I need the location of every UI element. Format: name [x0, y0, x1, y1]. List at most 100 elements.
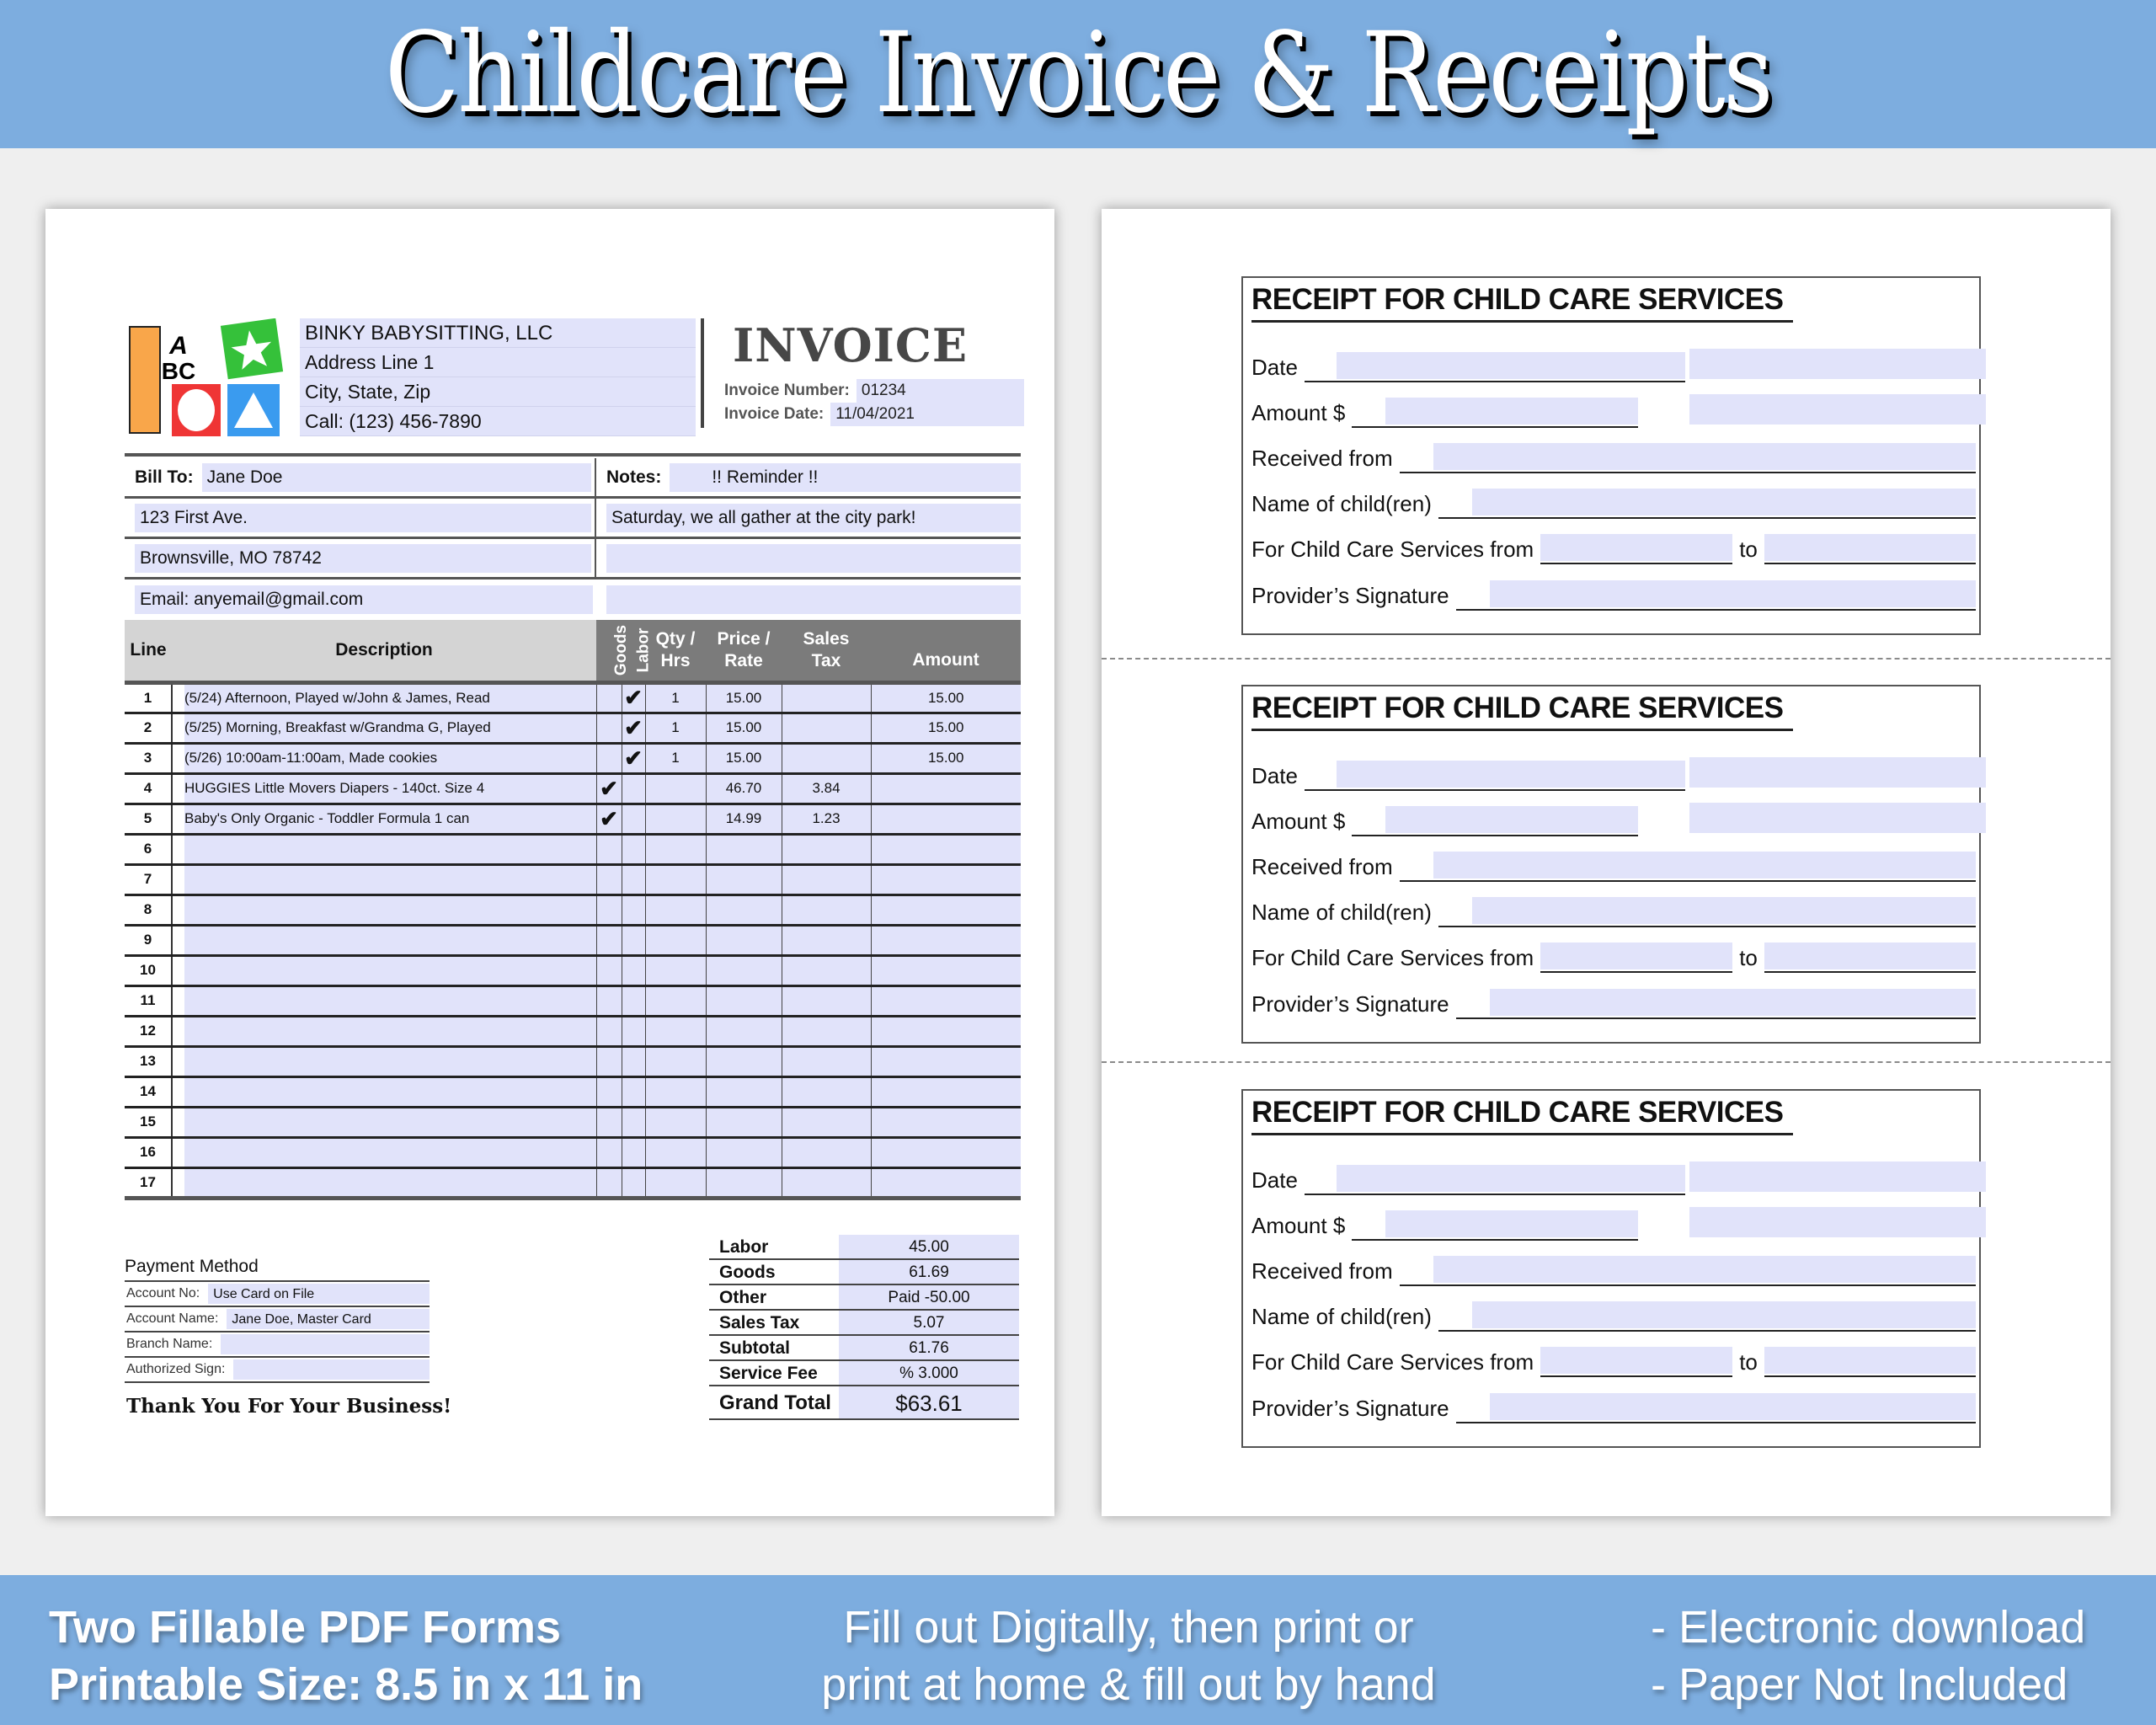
sales-tax-total-field[interactable]: 5.07 — [839, 1311, 1019, 1334]
description-field[interactable]: (5/26) 10:00am-11:00am, Made cookies — [171, 743, 596, 775]
date-field[interactable] — [1304, 352, 1685, 382]
qty-field[interactable] — [644, 1046, 706, 1078]
labor-checkbox[interactable] — [621, 1046, 645, 1078]
qty-field[interactable]: 1 — [644, 713, 706, 745]
description-field[interactable] — [171, 1107, 596, 1139]
qty-field[interactable] — [644, 955, 706, 987]
amount-field[interactable] — [870, 834, 1021, 866]
price-field[interactable] — [705, 1016, 782, 1048]
provider-signature-field[interactable] — [1455, 1393, 1976, 1423]
date-field[interactable] — [1304, 1165, 1685, 1195]
price-field[interactable] — [705, 955, 782, 987]
labor-checkbox[interactable] — [621, 1076, 645, 1108]
labor-checkbox[interactable] — [621, 1137, 645, 1169]
company-address-field[interactable]: Address Line 1 — [300, 348, 696, 377]
tax-field[interactable] — [781, 895, 871, 927]
price-field[interactable]: 15.00 — [705, 743, 782, 775]
tax-field[interactable] — [781, 925, 871, 957]
description-field[interactable] — [171, 1016, 596, 1048]
price-field[interactable] — [705, 1076, 782, 1108]
bill-to-name-field[interactable]: Jane Doe — [201, 462, 591, 492]
qty-field[interactable] — [644, 1107, 706, 1139]
tax-field[interactable] — [781, 1107, 871, 1139]
labor-checkbox[interactable] — [621, 773, 645, 805]
tax-field[interactable] — [781, 1137, 871, 1169]
qty-field[interactable] — [644, 834, 706, 866]
qty-field[interactable] — [644, 895, 706, 927]
price-field[interactable] — [705, 1137, 782, 1169]
tax-field[interactable] — [781, 1167, 871, 1200]
goods-checkbox[interactable] — [595, 1167, 622, 1200]
labor-checkbox[interactable] — [621, 925, 645, 957]
service-start-field[interactable] — [1540, 943, 1733, 973]
amount-field[interactable] — [870, 804, 1021, 836]
invoice-date-field[interactable]: 11/04/2021 — [830, 403, 1024, 426]
goods-checkbox[interactable] — [595, 1016, 622, 1048]
description-field[interactable] — [171, 985, 596, 1017]
amount-field[interactable]: 15.00 — [870, 743, 1021, 775]
grand-total-field[interactable]: $63.61 — [839, 1386, 1019, 1418]
date-extra-field[interactable] — [1689, 349, 1986, 379]
amount-field[interactable] — [870, 1167, 1021, 1200]
service-start-field[interactable] — [1540, 1347, 1733, 1377]
description-field[interactable]: (5/24) Afternoon, Played w/John & James,… — [171, 682, 596, 714]
goods-checkbox[interactable] — [595, 834, 622, 866]
amount-field[interactable] — [870, 1137, 1021, 1169]
labor-total-field[interactable]: 45.00 — [839, 1235, 1019, 1258]
price-field[interactable] — [705, 925, 782, 957]
amount-field[interactable] — [870, 773, 1021, 805]
date-extra-field[interactable] — [1689, 757, 1986, 788]
labor-checkbox[interactable] — [621, 1167, 645, 1200]
amount-field[interactable] — [870, 1076, 1021, 1108]
price-field[interactable] — [705, 1046, 782, 1078]
provider-signature-field[interactable] — [1455, 989, 1976, 1019]
amount-field[interactable] — [1352, 398, 1639, 428]
tax-field[interactable] — [781, 955, 871, 987]
goods-checkbox[interactable]: ✔ — [595, 773, 622, 805]
price-field[interactable] — [705, 834, 782, 866]
bill-to-email-field[interactable]: Email: anyemail@gmail.com — [135, 585, 593, 614]
amount-extra-field[interactable] — [1689, 1207, 1986, 1237]
company-phone-field[interactable]: Call: (123) 456-7890 — [300, 407, 696, 436]
labor-checkbox[interactable] — [621, 955, 645, 987]
price-field[interactable]: 14.99 — [705, 804, 782, 836]
labor-checkbox[interactable] — [621, 985, 645, 1017]
labor-checkbox[interactable] — [621, 864, 645, 896]
description-field[interactable] — [171, 895, 596, 927]
description-field[interactable] — [171, 864, 596, 896]
amount-field[interactable] — [1352, 1210, 1639, 1241]
service-end-field[interactable] — [1764, 943, 1976, 973]
price-field[interactable]: 15.00 — [705, 682, 782, 714]
price-field[interactable] — [705, 895, 782, 927]
goods-checkbox[interactable] — [595, 985, 622, 1017]
price-field[interactable] — [705, 985, 782, 1017]
tax-field[interactable] — [781, 1016, 871, 1048]
service-end-field[interactable] — [1764, 1347, 1976, 1377]
qty-field[interactable] — [644, 773, 706, 805]
amount-field[interactable] — [870, 1107, 1021, 1139]
goods-total-field[interactable]: 61.69 — [839, 1260, 1019, 1284]
goods-checkbox[interactable] — [595, 864, 622, 896]
subtotal-field[interactable]: 61.76 — [839, 1336, 1019, 1359]
tax-field[interactable] — [781, 743, 871, 775]
tax-field[interactable] — [781, 985, 871, 1017]
other-total-field[interactable]: Paid -50.00 — [839, 1285, 1019, 1309]
tax-field[interactable] — [781, 713, 871, 745]
notes-field-1[interactable]: !! Reminder !! — [670, 462, 1021, 492]
goods-checkbox[interactable] — [595, 1046, 622, 1078]
price-field[interactable]: 46.70 — [705, 773, 782, 805]
labor-checkbox[interactable]: ✔ — [621, 682, 645, 714]
branch-name-field[interactable] — [221, 1334, 430, 1354]
description-field[interactable] — [171, 1137, 596, 1169]
qty-field[interactable] — [644, 864, 706, 896]
labor-checkbox[interactable] — [621, 804, 645, 836]
service-start-field[interactable] — [1540, 534, 1733, 564]
tax-field[interactable]: 3.84 — [781, 773, 871, 805]
tax-field[interactable] — [781, 1046, 871, 1078]
authorized-sign-field[interactable] — [233, 1359, 430, 1380]
goods-checkbox[interactable] — [595, 1137, 622, 1169]
amount-field[interactable] — [870, 1046, 1021, 1078]
qty-field[interactable] — [644, 1137, 706, 1169]
description-field[interactable]: HUGGIES Little Movers Diapers - 140ct. S… — [171, 773, 596, 805]
description-field[interactable] — [171, 834, 596, 866]
